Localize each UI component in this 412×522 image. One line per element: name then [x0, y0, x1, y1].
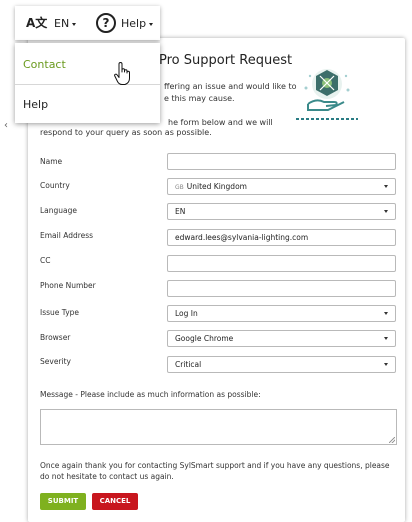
help-dropdown[interactable]: Help: [121, 17, 154, 30]
message-label: Message - Please include as much informa…: [40, 390, 261, 399]
name-label: Name: [40, 157, 63, 166]
cancel-button[interactable]: CANCEL: [92, 493, 138, 510]
menu-item-contact[interactable]: Contact: [15, 45, 160, 83]
cc-field[interactable]: [167, 255, 396, 272]
top-nav-bar: A文 EN ? Help: [15, 6, 160, 40]
intro-text-line: ffering an issue and would like to: [164, 82, 297, 91]
divider: [296, 118, 358, 120]
language-dropdown-label: EN: [54, 17, 70, 30]
caret-down-icon: [384, 185, 388, 188]
message-textarea[interactable]: [40, 409, 397, 445]
resize-handle-icon[interactable]: [389, 437, 395, 443]
menu-item-label: Contact: [23, 58, 66, 71]
hand-cursor-icon: [114, 62, 130, 85]
help-icon[interactable]: ?: [96, 13, 116, 33]
browser-label: Browser: [40, 333, 71, 342]
translate-icon[interactable]: A文: [26, 14, 47, 31]
help-menu-popup: Contact Help: [15, 43, 160, 123]
country-label: Country: [40, 181, 70, 190]
issue-type-value: Log In: [175, 309, 198, 318]
caret-down-icon: [384, 210, 388, 213]
menu-item-label: Help: [23, 98, 49, 111]
phone-field[interactable]: [167, 280, 396, 297]
intro-text-line: respond to your query as soon as possibl…: [40, 128, 212, 137]
country-value: United Kingdom: [186, 182, 247, 191]
severity-select[interactable]: Critical: [167, 356, 396, 373]
page-title: Pro Support Request: [159, 53, 293, 68]
support-illustration-icon: [304, 69, 350, 111]
caret-down-icon: [149, 22, 154, 26]
browser-select[interactable]: Google Chrome: [167, 330, 396, 347]
cc-label: CC: [40, 256, 51, 265]
email-label: Email Address: [40, 231, 94, 240]
country-select[interactable]: GB United Kingdom: [167, 178, 396, 195]
chevron-left-icon[interactable]: ‹: [4, 120, 8, 131]
language-dropdown[interactable]: EN: [54, 17, 77, 30]
email-field[interactable]: edward.lees@sylvania-lighting.com: [167, 229, 396, 246]
browser-value: Google Chrome: [175, 334, 234, 343]
caret-down-icon: [384, 363, 388, 366]
submit-button[interactable]: SUBMIT: [40, 493, 86, 510]
flag-icon: GB: [175, 184, 184, 191]
thanks-line: do not hesitate to contact us again.: [40, 472, 174, 481]
help-dropdown-label: Help: [121, 17, 147, 30]
language-label: Language: [40, 206, 78, 215]
thanks-line: Once again thank you for contacting SylS…: [40, 461, 390, 470]
caret-down-icon: [384, 337, 388, 340]
language-value: EN: [175, 207, 186, 216]
severity-label: Severity: [40, 357, 71, 366]
issue-type-label: Issue Type: [40, 308, 80, 317]
intro-text-line: e this may cause.: [164, 94, 235, 103]
caret-down-icon: [384, 312, 388, 315]
name-field[interactable]: [167, 153, 396, 170]
caret-down-icon: [72, 22, 77, 26]
menu-item-help[interactable]: Help: [15, 85, 160, 123]
phone-label: Phone Number: [40, 281, 96, 290]
severity-value: Critical: [175, 360, 202, 369]
issue-type-select[interactable]: Log In: [167, 305, 396, 322]
language-select[interactable]: EN: [167, 203, 396, 220]
thanks-text: Once again thank you for contacting SylS…: [40, 460, 390, 482]
intro-text-line: he form below and we will: [168, 118, 273, 127]
